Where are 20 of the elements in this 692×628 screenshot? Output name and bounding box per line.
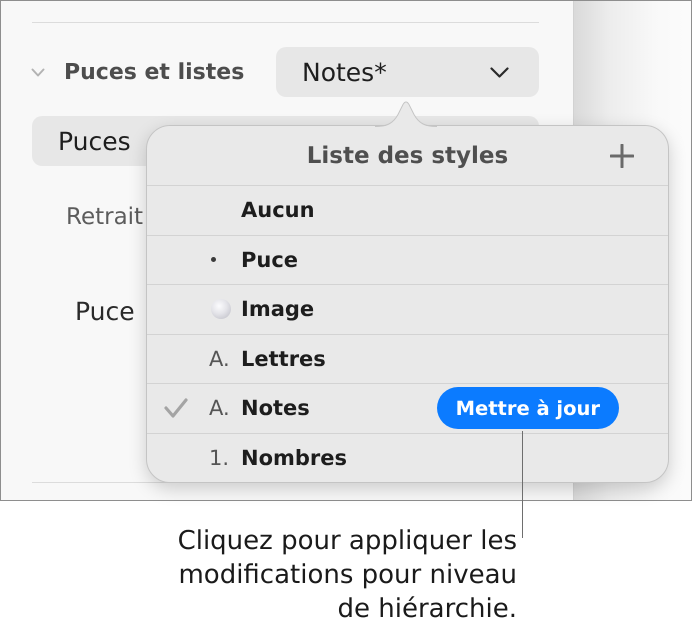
chevron-icon (490, 66, 509, 78)
style-option[interactable]: Puce (147, 236, 668, 285)
list-marker: A. (209, 346, 230, 371)
list-marker: A. (209, 396, 230, 420)
update-button[interactable]: Mettre à jour (436, 387, 619, 430)
sphere-icon (211, 299, 231, 320)
callout-text: Cliquez pour appliquer les modifications pour niveau de hiérarchie. (176, 525, 517, 626)
plus-icon[interactable] (610, 144, 634, 168)
section-title: Puces et listes (64, 60, 244, 84)
field-label: Puce (75, 297, 135, 327)
style-option[interactable]: Aucun (147, 186, 668, 236)
style-dropdown[interactable]: Notes* (276, 47, 539, 97)
bullet-dot-icon (211, 257, 216, 262)
popover-title: Liste des styles (306, 142, 508, 168)
style-option[interactable]: A. Lettres (147, 334, 668, 384)
style-option[interactable]: A. Notes Mettre à jour (147, 384, 668, 434)
section-label: Retrait (66, 203, 144, 232)
style-option[interactable]: Image (147, 285, 668, 334)
style-option[interactable]: 1. Nombres (147, 434, 668, 482)
list-marker: 1. (209, 446, 230, 470)
